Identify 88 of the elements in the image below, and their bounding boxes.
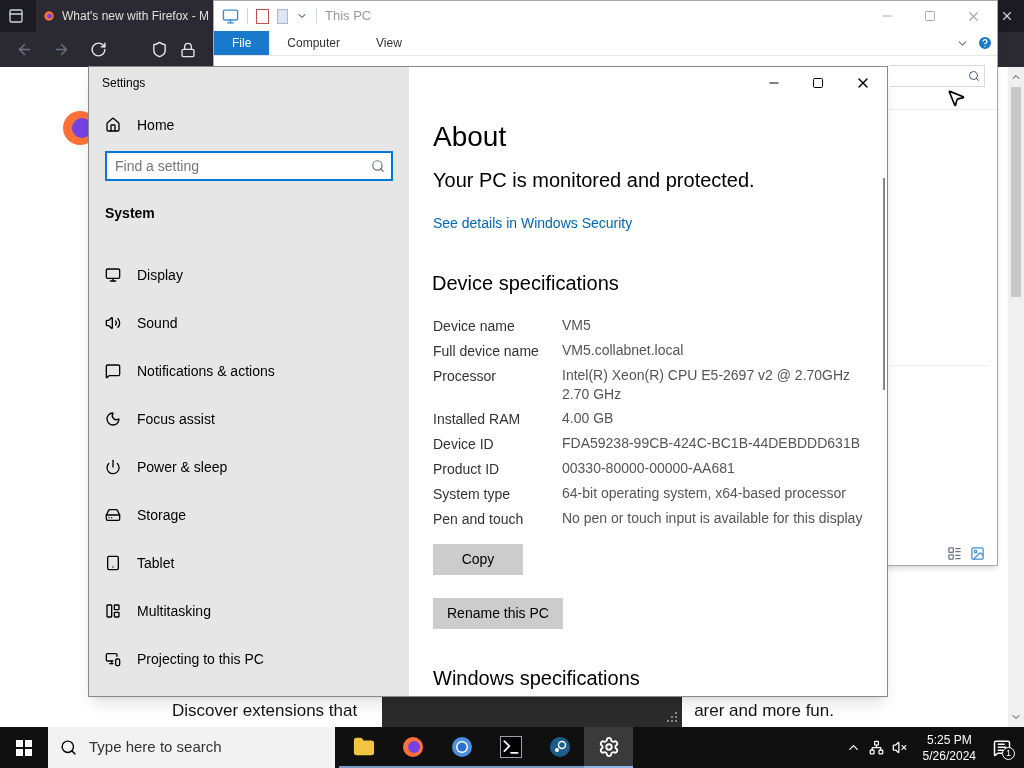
search-icon	[968, 69, 980, 82]
spec-label: System type	[433, 485, 512, 504]
nav-item[interactable]: Notifications & actions	[89, 347, 409, 395]
shield-icon[interactable]	[151, 41, 168, 58]
section-heading: System	[105, 204, 156, 223]
notification-button[interactable]: 1	[980, 727, 1024, 768]
copy-button[interactable]: Copy	[433, 544, 523, 575]
moon-icon	[105, 411, 121, 427]
tiles-view-icon[interactable]	[970, 545, 985, 561]
computer-icon	[222, 7, 239, 25]
search-field[interactable]: Find a setting	[105, 151, 393, 181]
security-link[interactable]: See details in Windows Security	[433, 213, 633, 234]
windows-logo-icon	[16, 739, 32, 756]
taskbar-search[interactable]: Type here to search	[48, 727, 335, 768]
layout-icon	[105, 603, 121, 619]
circle-icon	[450, 735, 473, 758]
spec-label: Installed RAM	[433, 410, 522, 429]
spec-label: Device name	[433, 317, 516, 336]
network-icon[interactable]	[868, 740, 884, 755]
home-icon	[105, 117, 121, 133]
rename-button[interactable]: Rename this PC	[433, 598, 563, 629]
ribbon-tab[interactable]: File	[214, 31, 270, 55]
page-text: arer and more fun.	[694, 700, 834, 722]
spec-label: Processor	[433, 367, 498, 386]
ribbon-tab[interactable]: View	[358, 31, 420, 55]
nav-item[interactable]: Focus assist	[89, 395, 409, 443]
firefox-icon	[401, 735, 424, 758]
properties-icon[interactable]	[256, 8, 269, 24]
spec-label: Product ID	[433, 460, 501, 479]
page-text: Discover extensions that	[172, 700, 358, 722]
lock-icon[interactable]	[180, 41, 196, 58]
status-text: Your PC is monitored and protected.	[433, 168, 755, 193]
spec-value: VM5	[562, 316, 591, 335]
back-icon[interactable]	[16, 41, 33, 58]
spec-value: Intel(R) Xeon(R) CPU E5-2697 v2 @ 2.70GHz	[562, 366, 851, 385]
speaker-icon	[105, 315, 121, 331]
clock[interactable]: 5:25 PM 5/26/2024	[918, 731, 980, 764]
nav-item[interactable]: Display	[89, 251, 409, 299]
spec-label: Full device name	[433, 342, 540, 361]
nav-item[interactable]: Multitasking	[89, 587, 409, 635]
nav-item[interactable]: Tablet	[89, 539, 409, 587]
nav-item[interactable]: Sound	[89, 299, 409, 347]
folder-icon	[352, 735, 375, 758]
spec-value: No pen or touch input is available for this display	[562, 509, 863, 528]
nav-item[interactable]: Power & sleep	[89, 443, 409, 491]
window-title: This PC	[325, 7, 372, 26]
notification-badge: 1	[1002, 747, 1015, 760]
spec-value: 4.00 GB	[562, 409, 614, 428]
maximize-icon[interactable]	[812, 77, 824, 89]
spec-value: VM5.collabnet.local	[562, 341, 684, 360]
close-icon[interactable]	[1000, 9, 1014, 23]
forward-icon[interactable]	[53, 41, 70, 58]
terminal-icon	[499, 735, 522, 758]
gear-icon	[597, 735, 620, 758]
tablet-icon	[105, 555, 121, 571]
nav-item[interactable]: Storage	[89, 491, 409, 539]
steam-icon	[548, 735, 571, 758]
details-view-icon[interactable]	[947, 545, 962, 561]
window-title: Settings	[102, 75, 146, 92]
power-icon	[105, 459, 121, 475]
search-icon	[371, 159, 385, 173]
spec-value: 00330-80000-00000-AA681	[562, 459, 735, 478]
monitor-icon	[105, 267, 121, 283]
section-heading: Device specifications	[432, 271, 619, 296]
firefox-icon	[44, 8, 54, 24]
projector-icon	[105, 651, 121, 667]
drive-icon	[105, 507, 121, 523]
volume-muted-icon[interactable]	[891, 740, 907, 755]
spec-label: Device ID	[433, 435, 495, 454]
section-heading: Windows specifications	[433, 666, 640, 691]
spec-value: 64-bit operating system, x64-based processor	[562, 484, 847, 503]
search-icon	[60, 739, 77, 756]
help-icon[interactable]	[977, 35, 993, 51]
reload-icon[interactable]	[90, 41, 107, 58]
tab-list-icon[interactable]	[8, 8, 24, 24]
page-heading: About	[433, 120, 507, 154]
taskbar-app[interactable]	[584, 727, 633, 768]
page-scrollbar[interactable]	[1008, 67, 1024, 727]
spec-value: FDA59238-99CB-424C-BC1B-44DEBDDD631B	[562, 434, 861, 453]
spec-value: 2.70 GHz	[562, 385, 623, 404]
mouse-pointer-icon	[946, 88, 966, 108]
spec-label: Pen and touch	[433, 510, 525, 529]
nav-item[interactable]: Projecting to this PC	[89, 635, 409, 683]
ribbon-tab[interactable]: Computer	[269, 31, 359, 55]
home-nav-item[interactable]: Home	[89, 113, 409, 137]
message-icon	[105, 363, 121, 379]
resize-grip-icon[interactable]	[666, 711, 678, 723]
scrollbar-thumb[interactable]	[1011, 87, 1021, 297]
